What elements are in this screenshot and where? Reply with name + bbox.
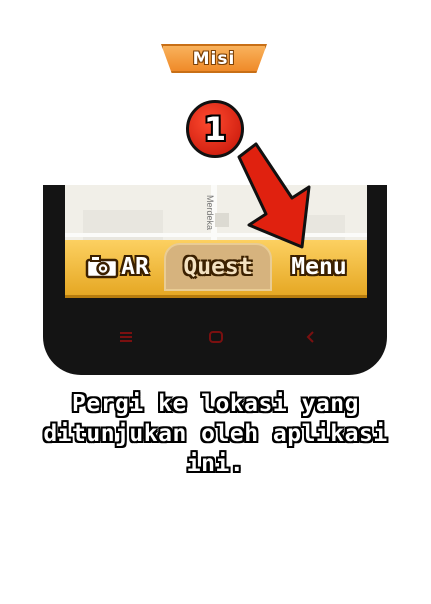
- menu-nav-button[interactable]: [114, 325, 138, 349]
- camera-icon: [85, 255, 119, 279]
- home-nav-button[interactable]: [204, 325, 228, 349]
- menu-icon: [120, 332, 132, 342]
- misi-tab[interactable]: Misi: [161, 44, 267, 73]
- back-nav-button[interactable]: [298, 325, 322, 349]
- back-icon: [306, 331, 314, 343]
- step-badge: 1: [186, 100, 244, 158]
- misi-tab-label: Misi: [192, 48, 236, 69]
- tab-menu[interactable]: Menu: [273, 244, 365, 290]
- tab-quest[interactable]: Quest: [164, 243, 272, 291]
- map-street-label: Merdeka: [205, 195, 215, 231]
- android-nav-bar: [43, 325, 387, 349]
- home-icon: [209, 331, 223, 343]
- tab-quest-label: Quest: [183, 254, 253, 280]
- tab-ar-label: AR: [121, 254, 149, 280]
- step-number: 1: [203, 110, 227, 148]
- app-tab-bar: AR Quest Menu: [65, 240, 367, 298]
- tab-ar[interactable]: AR: [71, 244, 163, 290]
- tab-menu-label: Menu: [291, 254, 347, 280]
- phone-mockup: Merdeka AR Quest Menu: [43, 185, 387, 375]
- instruction-text: Pergi ke lokasi yang ditunjukan oleh apl…: [43, 391, 388, 477]
